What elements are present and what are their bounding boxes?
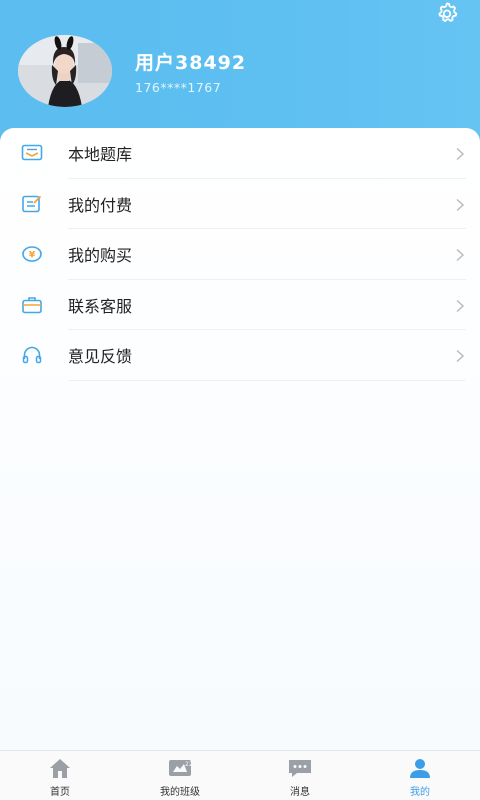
divider <box>68 379 466 381</box>
tab-messages[interactable]: 消息 <box>240 751 360 800</box>
menu-item-label: 意见反馈 <box>68 347 133 367</box>
tab-my-class[interactable]: 22 我的班级 <box>120 751 240 800</box>
avatar[interactable] <box>18 35 112 107</box>
tab-label: 我的 <box>410 787 430 798</box>
menu-list: 本地题库 我的付费 ¥ 我的购买 联系客服 意见反馈 <box>0 128 480 381</box>
home-icon <box>47 757 73 779</box>
tab-mine[interactable]: 我的 <box>360 751 480 800</box>
briefcase-icon <box>20 293 44 317</box>
menu-panel: 本地题库 我的付费 ¥ 我的购买 联系客服 意见反馈 <box>0 128 480 750</box>
chevron-right-icon <box>454 298 466 312</box>
message-icon <box>287 757 313 779</box>
yen-coin-icon: ¥ <box>20 242 44 266</box>
tab-label: 首页 <box>50 787 70 798</box>
question-bank-icon <box>20 141 44 165</box>
tab-label: 消息 <box>290 787 310 798</box>
chevron-right-icon <box>454 348 466 363</box>
chevron-right-icon <box>454 197 466 211</box>
menu-item-customer-service[interactable]: 联系客服 <box>0 280 480 330</box>
menu-item-my-purchases[interactable]: ¥ 我的购买 <box>0 229 480 280</box>
menu-item-my-payments[interactable]: 我的付费 <box>0 179 480 229</box>
chevron-right-icon <box>454 247 466 262</box>
chevron-right-icon <box>454 146 466 161</box>
edit-note-icon <box>20 192 44 216</box>
headphones-icon <box>20 343 44 367</box>
svg-text:22: 22 <box>185 761 193 768</box>
menu-item-question-bank[interactable]: 本地题库 <box>0 128 480 179</box>
menu-item-feedback[interactable]: 意见反馈 <box>0 330 480 381</box>
person-icon <box>407 757 433 779</box>
menu-item-label: 我的付费 <box>68 195 133 215</box>
tab-home[interactable]: 首页 <box>0 751 120 800</box>
phone-number: 176****1767 <box>135 80 222 95</box>
menu-item-label: 本地题库 <box>68 145 133 165</box>
bottom-tab-bar: 首页 22 我的班级 消息 我的 <box>0 750 480 800</box>
menu-item-label: 联系客服 <box>68 296 133 316</box>
tab-label: 我的班级 <box>160 787 200 798</box>
gear-icon[interactable] <box>434 0 460 26</box>
menu-item-label: 我的购买 <box>68 246 133 266</box>
class-icon: 22 <box>167 757 193 779</box>
username: 用户38492 <box>135 52 247 74</box>
svg-text:¥: ¥ <box>29 251 36 261</box>
